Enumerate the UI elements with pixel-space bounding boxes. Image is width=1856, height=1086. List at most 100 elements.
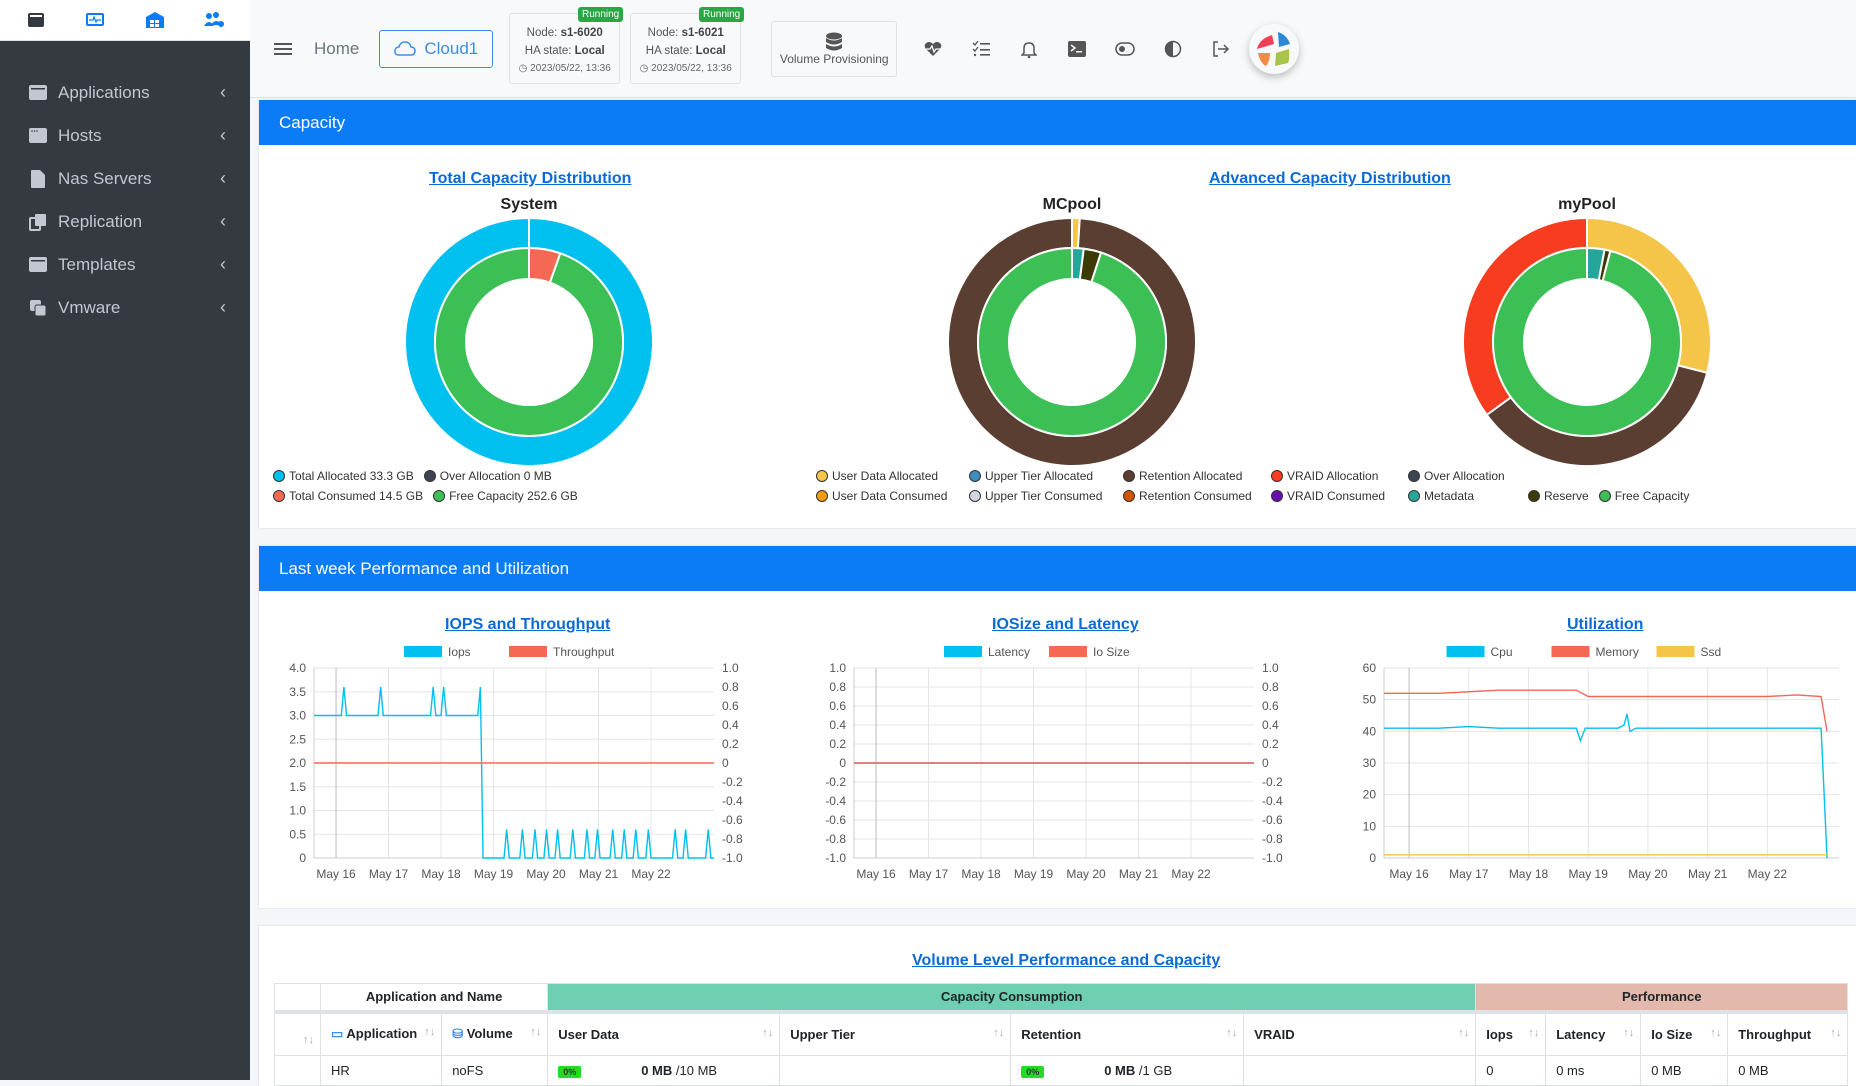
legend-item[interactable]: Retention Allocated: [1123, 469, 1261, 483]
advanced-legend: User Data Allocated Upper Tier Allocated…: [816, 466, 1699, 506]
column-header-row: ↑↓ ▭ Application ↑↓ ⛁ Volume ↑↓ User Data ↑…: [274, 1011, 1849, 1056]
legend-label: User Data Allocated: [832, 469, 939, 483]
donut-inner-slice[interactable]: [1492, 246, 1682, 437]
legend-swatch[interactable]: [509, 646, 547, 657]
column-header-upper-tier[interactable]: Upper Tier ↑↓: [779, 1011, 1012, 1056]
legend-item[interactable]: User Data Consumed: [816, 489, 959, 503]
capacity-card: Capacity Total Capacity Distribution Adv…: [259, 100, 1856, 528]
heartbeat-icon[interactable]: [921, 37, 945, 61]
legend-label[interactable]: Iops: [448, 645, 471, 659]
applications-icon[interactable]: [25, 10, 47, 30]
legend-item[interactable]: Over Allocation 0 MB: [423, 469, 552, 483]
chevron-left-icon: ‹: [220, 168, 226, 188]
cloud-button[interactable]: Cloud1: [379, 29, 494, 68]
iops-throughput-link[interactable]: IOPS and Throughput: [445, 616, 610, 634]
y-tick-label: 0.5: [289, 827, 306, 841]
legend-item[interactable]: VRAID Consumed: [1271, 489, 1398, 503]
sidebar-item-templates[interactable]: Templates ‹: [0, 243, 250, 286]
legend-label: Metadata: [1424, 489, 1475, 503]
legend-item[interactable]: Metadata: [1408, 489, 1518, 503]
utilization-link[interactable]: Utilization: [1567, 616, 1643, 634]
legend-label[interactable]: Throughput: [553, 645, 615, 659]
legend-swatch[interactable]: [1446, 646, 1485, 657]
sidebar-item-label: Vmware: [58, 297, 121, 317]
legend-swatch[interactable]: [1049, 646, 1087, 657]
column-label: Retention: [1021, 1026, 1082, 1042]
legend-item[interactable]: Free Capacity: [1598, 489, 1689, 503]
legend-label[interactable]: Ssd: [1701, 645, 1722, 659]
legend-item[interactable]: Total Consumed 14.5 GB: [273, 489, 423, 503]
legend-item[interactable]: Reserve: [1528, 489, 1589, 503]
sidebar-item-nas-servers[interactable]: Nas Servers ‹: [0, 157, 250, 200]
dashboard-icon[interactable]: [84, 10, 106, 30]
legend-label[interactable]: Memory: [1596, 645, 1639, 659]
legend-label[interactable]: Io Size: [1093, 645, 1130, 659]
legend-swatch[interactable]: [404, 646, 442, 657]
column-header-application[interactable]: ▭ Application ↑↓: [319, 1011, 443, 1056]
legend-item[interactable]: Over Allocation: [1408, 469, 1505, 483]
column-header-retention[interactable]: Retention ↑↓: [1010, 1011, 1245, 1056]
donut-inner-slice[interactable]: [434, 246, 624, 437]
warehouse-icon[interactable]: [144, 10, 166, 30]
legend-item[interactable]: Free Capacity 252.6 GB: [433, 489, 578, 503]
logout-icon[interactable]: [1209, 37, 1233, 61]
sidebar-item-label: Hosts: [58, 125, 102, 145]
bell-icon[interactable]: [1017, 37, 1041, 61]
legend-label[interactable]: Latency: [988, 645, 1030, 659]
node-card[interactable]: Running Node: s1-6021 HA state: Local ◷ …: [630, 7, 745, 84]
donut-inner-slice[interactable]: [977, 246, 1167, 437]
column-header-io-size[interactable]: Io Size ↑↓: [1640, 1011, 1729, 1056]
table-row[interactable]: HR noFS 0% 0 MB /10 MB 0% 0 MB /1 GB 0 0 m…: [274, 1055, 1849, 1086]
y-tick-label: 2.0: [289, 756, 306, 770]
column-header-volume[interactable]: ⛁ Volume ↑↓: [441, 1011, 549, 1056]
y-tick-label: 0.8: [829, 680, 846, 694]
legend-item[interactable]: VRAID Allocation: [1271, 469, 1398, 483]
series-line-memory: [1384, 689, 1828, 732]
y-tick-label: -1.0: [825, 851, 846, 865]
tasks-icon[interactable]: [969, 37, 993, 61]
advanced-capacity-link[interactable]: Advanced Capacity Distribution: [1209, 170, 1451, 188]
column-header-iops[interactable]: Iops ↑↓: [1475, 1011, 1547, 1056]
percent-badge: 0%: [1021, 1066, 1045, 1078]
sidebar-item-applications[interactable]: Applications ‹: [0, 71, 250, 114]
y2-tick-label: -0.6: [722, 813, 743, 827]
column-header-latency[interactable]: Latency ↑↓: [1545, 1011, 1642, 1056]
legend-item[interactable]: Upper Tier Consumed: [969, 489, 1113, 503]
y2-tick-label: -0.4: [722, 794, 743, 808]
y-tick-label: 0.4: [829, 718, 846, 732]
volume-provisioning-button[interactable]: Volume Provisioning: [771, 20, 898, 77]
brand-logo[interactable]: [1249, 23, 1300, 74]
column-label: Latency: [1556, 1026, 1606, 1042]
legend-item[interactable]: Upper Tier Allocated: [969, 469, 1113, 483]
sort-icon: ↑↓: [1226, 1026, 1238, 1039]
legend-swatch[interactable]: [1551, 646, 1590, 657]
legend-swatch[interactable]: [944, 646, 982, 657]
column-header-vraid[interactable]: VRAID ↑↓: [1243, 1011, 1477, 1056]
home-link[interactable]: Home: [314, 39, 359, 59]
column-header-user-data[interactable]: User Data ↑↓: [547, 1011, 781, 1056]
node-card[interactable]: Running Node: s1-6020 HA state: Local ◷ …: [509, 7, 624, 84]
iosize-latency-link[interactable]: IOSize and Latency: [992, 616, 1139, 634]
sidebar-item-replication[interactable]: Replication ‹: [0, 200, 250, 243]
x-tick-label: May 18: [961, 867, 1001, 881]
column-header-throughput[interactable]: Throughput ↑↓: [1727, 1011, 1849, 1056]
sidebar-item-hosts[interactable]: Hosts ‹: [0, 114, 250, 157]
legend-item[interactable]: Total Allocated 33.3 GB: [273, 469, 414, 483]
volume-level-link[interactable]: Volume Level Performance and Capacity: [912, 952, 1220, 970]
menu-toggle-icon[interactable]: [274, 40, 292, 58]
legend-item[interactable]: User Data Allocated: [816, 469, 959, 483]
mypool-donut-chart: [1463, 218, 1711, 466]
terminal-icon[interactable]: [1065, 37, 1089, 61]
legend-swatch: [816, 490, 828, 502]
total-capacity-link[interactable]: Total Capacity Distribution: [429, 170, 631, 188]
column-header-index[interactable]: ↑↓: [274, 1011, 321, 1056]
toggle-icon[interactable]: [1113, 37, 1137, 61]
users-icon[interactable]: [203, 10, 225, 30]
sidebar-item-vmware[interactable]: Vmware ‹: [0, 286, 250, 329]
legend-item[interactable]: Retention Consumed: [1123, 489, 1261, 503]
legend-label[interactable]: Cpu: [1491, 645, 1513, 659]
sort-icon: ↑↓: [303, 1034, 314, 1047]
cell-volume: noFS: [441, 1055, 549, 1086]
legend-swatch[interactable]: [1656, 646, 1695, 657]
contrast-icon[interactable]: [1161, 37, 1185, 61]
